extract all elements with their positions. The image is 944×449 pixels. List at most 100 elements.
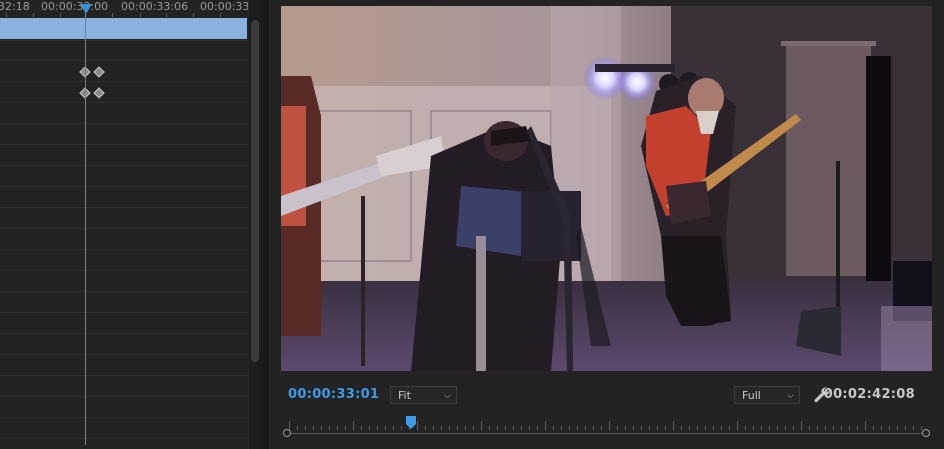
scrub-tick [569,426,570,430]
ruler-tick [60,13,61,17]
ruler-tick [193,13,194,17]
scrub-tick [577,426,578,430]
scrub-tick [561,426,562,430]
scrub-tick [913,426,914,430]
current-timecode[interactable]: 00:00:33:01 [288,387,379,402]
scrub-tick [689,426,690,430]
row-divider [0,375,248,376]
scrub-tick [673,421,674,430]
scrub-tick [537,426,538,430]
row-divider [0,417,248,418]
scrub-tick [433,426,434,430]
scrub-tick [449,426,450,430]
ruler-tick [33,13,34,17]
scrollbar-thumb[interactable] [251,20,259,362]
scrub-tick [625,426,626,430]
scrub-tick [457,426,458,430]
scrub-tick [809,426,810,430]
scrub-tick [905,426,906,430]
scrub-track [287,433,927,434]
scrub-tick [305,426,306,430]
row-divider [0,102,248,103]
ruler-tick [166,13,167,17]
ruler-tick [140,13,141,17]
row-divider [0,438,248,439]
scrub-tick [521,426,522,430]
scrub-tick [401,426,402,430]
scrub-tick [649,426,650,430]
keyframe-diamond[interactable] [93,87,105,99]
scrub-tick [697,426,698,430]
scrub-tick [785,426,786,430]
panel-divider[interactable] [261,0,269,449]
scrub-tick [777,426,778,430]
scrub-tick [617,426,618,430]
out-point-marker[interactable] [922,429,930,437]
ruler-label: 32:18 [0,0,30,13]
scrub-tick [721,426,722,430]
zoom-level-select[interactable]: Fit ⌵ [390,386,457,404]
scrub-tick [345,426,346,430]
playhead-handle[interactable] [80,4,92,14]
scrub-tick [849,426,850,430]
keyframe-diamond[interactable] [93,66,105,78]
scrub-tick [713,426,714,430]
scrub-tick [921,426,922,430]
row-divider [0,228,248,229]
scrub-tick [665,426,666,430]
scrub-tick [705,426,706,430]
scrub-tick [337,426,338,430]
row-divider [0,40,248,41]
scrub-tick [473,426,474,430]
scrub-tick [817,426,818,430]
time-ruler[interactable]: 32:18 00:00:33:00 00:00:33:06 00:00:33 [0,0,248,17]
scrub-tick [641,426,642,430]
playback-resolution-value: Full [742,389,761,402]
scrub-tick [601,426,602,430]
scrub-tick [497,426,498,430]
video-frame[interactable] [281,6,932,371]
row-divider [0,81,248,82]
row-divider [0,291,248,292]
ruler-label: 00:00:33 [200,0,248,13]
scrub-tick [481,421,482,430]
row-divider [0,123,248,124]
scrub-tick [857,426,858,430]
scrub-tick [321,426,322,430]
scrub-tick [793,426,794,430]
chevron-down-icon: ⌵ [787,391,794,401]
scrub-tick [329,426,330,430]
row-divider [0,144,248,145]
scrub-tick [369,426,370,430]
ruler-label: 00:00:33:00 [41,0,109,13]
concert-video-image [281,6,932,371]
effect-controls-timeline[interactable]: 32:18 00:00:33:00 00:00:33:06 00:00:33 [0,0,248,449]
row-divider [0,186,248,187]
in-point-marker[interactable] [283,429,291,437]
clip-bar[interactable] [0,18,247,39]
scrub-tick [545,421,546,430]
scrub-tick [657,426,658,430]
scrub-tick [553,426,554,430]
scrub-tick [297,426,298,430]
scrub-tick [441,426,442,430]
scrub-tick [417,421,418,430]
playhead-handle[interactable] [406,416,416,429]
row-divider [0,207,248,208]
row-divider [0,312,248,313]
scrub-tick [769,426,770,430]
scrub-tick [745,426,746,430]
scrub-bar[interactable] [281,416,932,437]
scrub-tick [465,426,466,430]
scrub-tick [313,426,314,430]
scrub-tick [393,426,394,430]
scrub-tick [385,426,386,430]
duration-timecode: 00:02:42:08 [823,387,915,402]
playback-resolution-select[interactable]: Full ⌵ [734,386,800,404]
playhead-line[interactable] [85,8,86,445]
vertical-scrollbar[interactable] [249,0,261,449]
ruler-tick [6,13,7,17]
scrub-tick [425,426,426,430]
scrub-tick [729,426,730,430]
row-divider [0,165,248,166]
